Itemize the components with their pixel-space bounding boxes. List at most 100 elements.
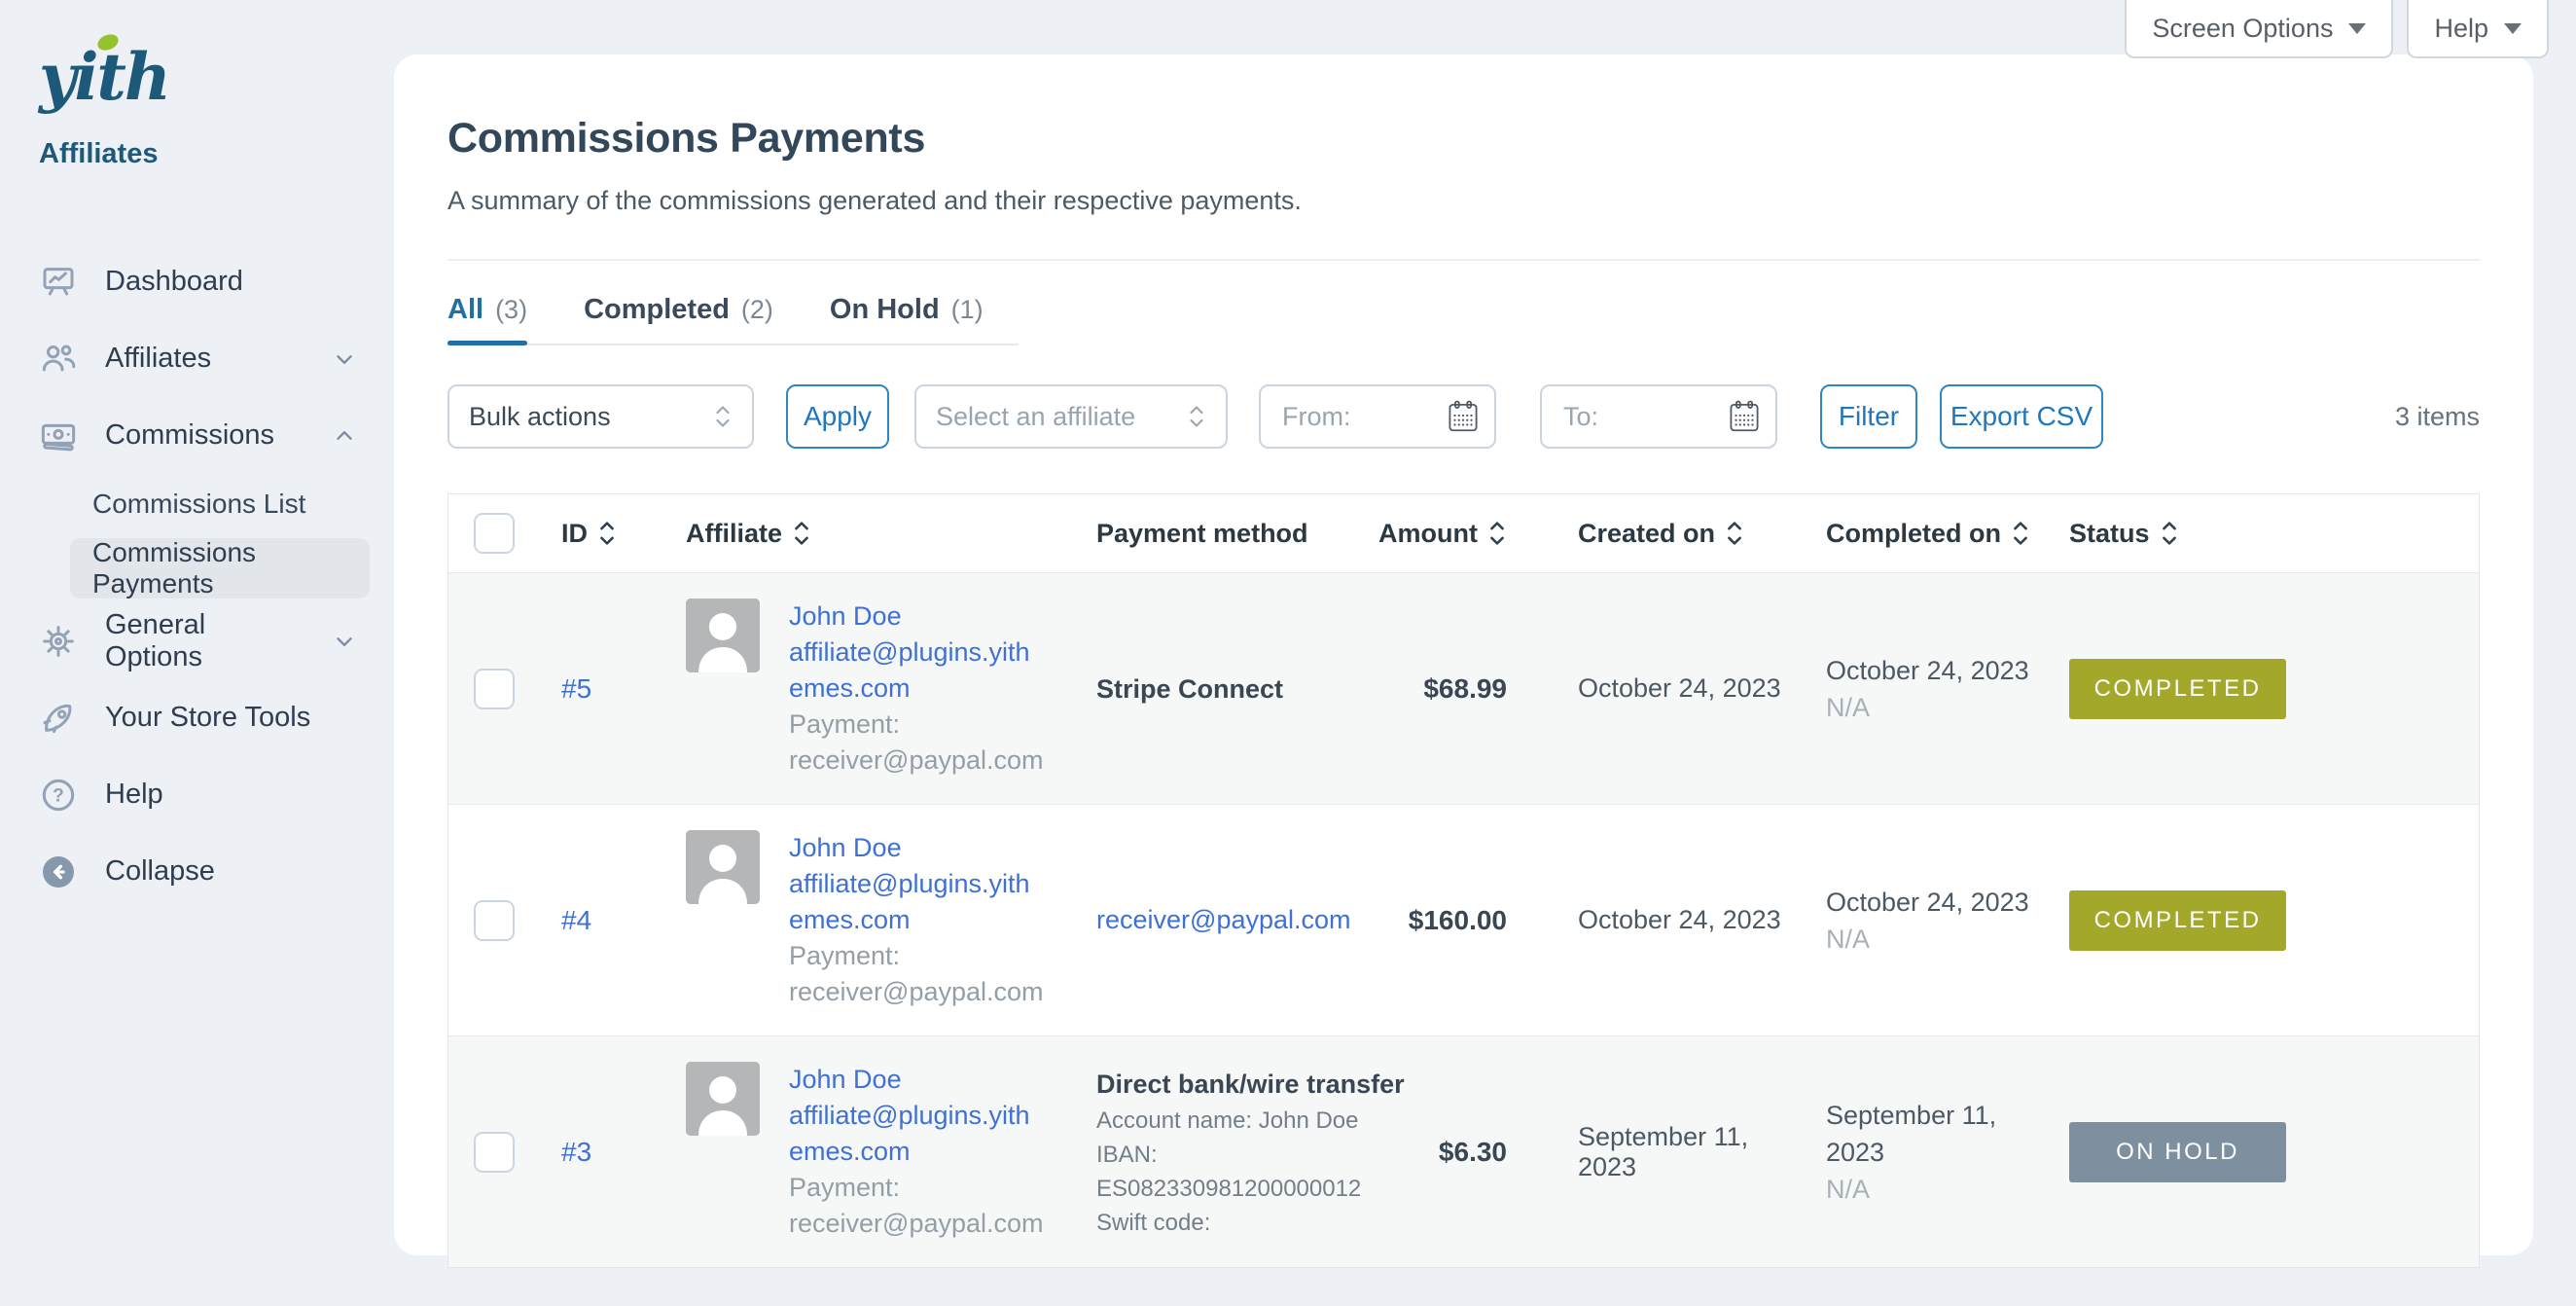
completed-on: October 24, 2023 bbox=[1826, 884, 2049, 921]
column-header-payment-method: Payment method bbox=[1074, 519, 1405, 549]
payment-email: receiver@paypal.com bbox=[789, 1206, 1040, 1242]
column-header-affiliate[interactable]: Affiliate bbox=[641, 518, 1074, 549]
payment-id-link[interactable]: #5 bbox=[561, 673, 591, 704]
apply-button[interactable]: Apply bbox=[786, 384, 889, 449]
payment-label: Payment: bbox=[789, 938, 1040, 974]
tab-completed[interactable]: Completed (2) bbox=[584, 294, 773, 344]
sidebar-item-label: Dashboard bbox=[105, 266, 243, 298]
sort-icon bbox=[597, 518, 617, 549]
completed-on: September 11, 2023 bbox=[1826, 1097, 2049, 1171]
sidebar-item-affiliates[interactable]: Affiliates bbox=[0, 320, 394, 397]
sidebar: yith Affiliates Dashboard bbox=[0, 0, 394, 1306]
date-from-input[interactable] bbox=[1280, 401, 1430, 433]
calendar-icon[interactable] bbox=[1729, 400, 1760, 433]
completed-on: October 24, 2023 bbox=[1826, 652, 2049, 689]
payment-method: Direct bank/wire transfer bbox=[1096, 1065, 1405, 1104]
gear-icon bbox=[39, 622, 78, 661]
select-all-checkbox[interactable] bbox=[474, 513, 515, 554]
calendar-icon[interactable] bbox=[1448, 400, 1479, 433]
sidebar-subitem-label: Commissions Payments bbox=[92, 537, 370, 599]
page: Screen Options Help yith Affiliates bbox=[0, 0, 2576, 1306]
people-icon bbox=[39, 340, 78, 379]
payment-method-detail: Account name: John Doe bbox=[1096, 1104, 1405, 1138]
column-header-created-on[interactable]: Created on bbox=[1551, 518, 1806, 549]
sidebar-item-label: Collapse bbox=[105, 855, 215, 888]
bulk-actions-select[interactable]: Bulk actions bbox=[447, 384, 754, 449]
help-dropdown-button[interactable]: Help bbox=[2407, 0, 2549, 58]
created-on: October 24, 2023 bbox=[1551, 905, 1806, 935]
tab-all[interactable]: All (3) bbox=[447, 294, 527, 344]
table-toolbar: Bulk actions Apply Select an affiliate bbox=[447, 384, 2480, 449]
payment-method-detail: IBAN: ES082330981200000012 bbox=[1096, 1138, 1405, 1206]
sidebar-item-commissions-list[interactable]: Commissions List bbox=[0, 474, 394, 534]
export-csv-button[interactable]: Export CSV bbox=[1940, 384, 2103, 449]
sidebar-item-general-options[interactable]: General Options bbox=[0, 602, 394, 679]
sort-icon bbox=[2160, 518, 2179, 549]
payments-table: ID Affiliate Payment method Amount Creat… bbox=[447, 493, 2480, 1268]
date-from-field bbox=[1259, 384, 1496, 449]
sidebar-subitem-label: Commissions List bbox=[92, 489, 305, 520]
table-row: #3 John Doe affiliate@plugins.yithemes.c… bbox=[448, 1035, 2479, 1267]
status-badge: ON HOLD bbox=[2069, 1122, 2286, 1182]
sidebar-item-dashboard[interactable]: Dashboard bbox=[0, 243, 394, 320]
completed-on-sub: N/A bbox=[1826, 1171, 2049, 1208]
status-badge: COMPLETED bbox=[2069, 890, 2286, 951]
table-row: #4 John Doe affiliate@plugins.yithemes.c… bbox=[448, 804, 2479, 1035]
row-checkbox[interactable] bbox=[474, 900, 515, 941]
payment-email: receiver@paypal.com bbox=[789, 743, 1040, 779]
row-checkbox[interactable] bbox=[474, 1132, 515, 1173]
status-badge: COMPLETED bbox=[2069, 659, 2286, 719]
items-count: 3 items bbox=[2395, 402, 2480, 432]
dashboard-icon bbox=[39, 263, 78, 302]
caret-down-icon bbox=[2504, 23, 2522, 34]
money-icon bbox=[39, 417, 78, 455]
date-to-input[interactable] bbox=[1561, 401, 1711, 433]
sidebar-item-label: Help bbox=[105, 779, 163, 811]
select-chevrons-icon bbox=[1187, 401, 1206, 432]
filter-button[interactable]: Filter bbox=[1820, 384, 1917, 449]
amount: $6.30 bbox=[1405, 1137, 1507, 1168]
sidebar-item-label: Affiliates bbox=[105, 343, 211, 375]
affiliate-email-link[interactable]: affiliate@plugins.yithemes.com bbox=[789, 635, 1040, 707]
column-header-amount[interactable]: Amount bbox=[1405, 518, 1507, 549]
sort-icon bbox=[1725, 518, 1744, 549]
completed-on-sub: N/A bbox=[1826, 921, 2049, 958]
affiliate-email-link[interactable]: affiliate@plugins.yithemes.com bbox=[789, 1098, 1040, 1170]
tab-on-hold[interactable]: On Hold (1) bbox=[830, 294, 984, 344]
sidebar-item-your-store-tools[interactable]: Your Store Tools bbox=[0, 679, 394, 756]
column-header-id[interactable]: ID bbox=[532, 518, 641, 549]
collapse-arrow-icon bbox=[39, 853, 78, 891]
plugin-name: Affiliates bbox=[39, 138, 158, 170]
apply-label: Apply bbox=[804, 401, 872, 432]
yith-logo: yith bbox=[39, 39, 169, 115]
affiliate-name-link[interactable]: John Doe bbox=[789, 1062, 1040, 1098]
payment-id-link[interactable]: #3 bbox=[561, 1137, 591, 1167]
avatar bbox=[686, 1062, 760, 1136]
sidebar-item-commissions[interactable]: Commissions bbox=[0, 397, 394, 474]
column-header-completed-on[interactable]: Completed on bbox=[1806, 518, 2049, 549]
status-tabs: All (3) Completed (2) On Hold (1) bbox=[394, 261, 2533, 345]
topbar: Screen Options Help bbox=[2125, 0, 2549, 58]
payment-method-link[interactable]: receiver@paypal.com bbox=[1096, 905, 1405, 935]
payment-method: Stripe Connect bbox=[1096, 670, 1405, 708]
sidebar-item-help[interactable]: ? Help bbox=[0, 756, 394, 833]
affiliate-name-link[interactable]: John Doe bbox=[789, 599, 1040, 635]
screen-options-button[interactable]: Screen Options bbox=[2125, 0, 2393, 58]
tab-label: Completed bbox=[584, 294, 730, 326]
caret-down-icon bbox=[2348, 23, 2366, 34]
chevron-down-icon bbox=[332, 629, 357, 654]
sidebar-item-collapse[interactable]: Collapse bbox=[0, 833, 394, 910]
question-glyph: ? bbox=[53, 785, 64, 806]
tab-count: (3) bbox=[495, 295, 527, 325]
sort-icon bbox=[2011, 518, 2030, 549]
affiliate-select[interactable]: Select an affiliate bbox=[914, 384, 1228, 449]
affiliate-email-link[interactable]: affiliate@plugins.yithemes.com bbox=[789, 866, 1040, 938]
sidebar-item-commissions-payments[interactable]: Commissions Payments bbox=[70, 538, 370, 599]
column-header-status[interactable]: Status bbox=[2049, 518, 2479, 549]
payment-email: receiver@paypal.com bbox=[789, 974, 1040, 1010]
affiliate-name-link[interactable]: John Doe bbox=[789, 830, 1040, 866]
payment-id-link[interactable]: #4 bbox=[561, 905, 591, 935]
content-card: Commissions Payments A summary of the co… bbox=[394, 54, 2533, 1255]
payment-label: Payment: bbox=[789, 1170, 1040, 1206]
row-checkbox[interactable] bbox=[474, 669, 515, 709]
